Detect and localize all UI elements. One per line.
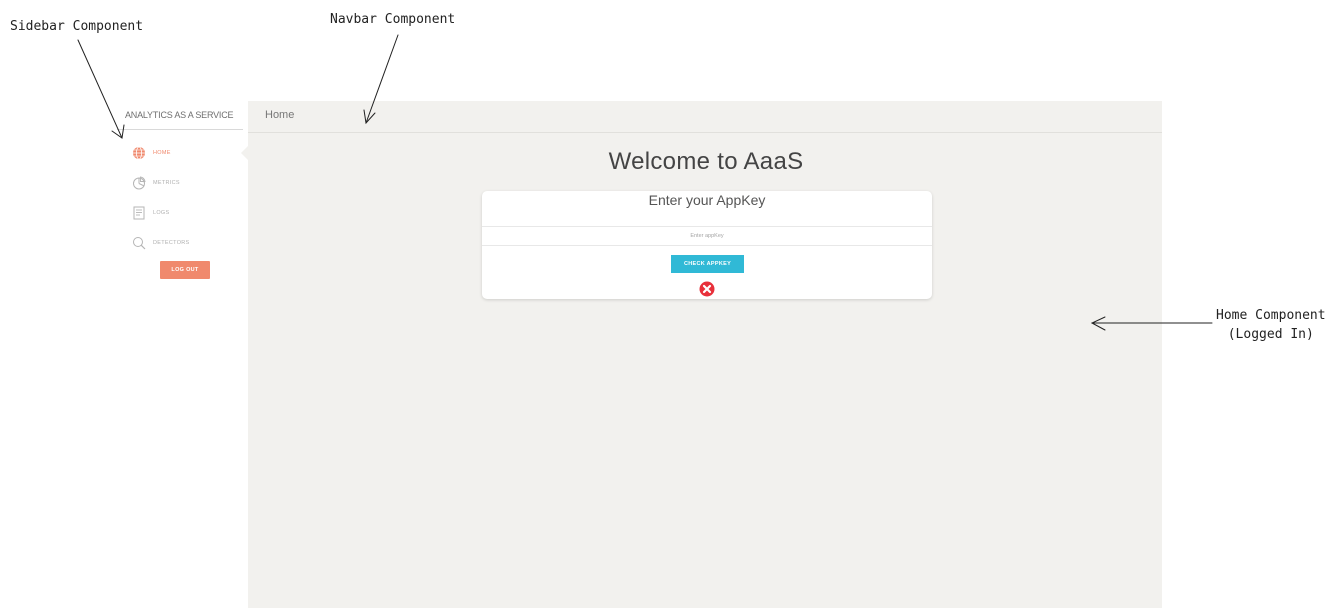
navbar-title: Home: [265, 109, 295, 121]
sidebar-item-home[interactable]: HOME: [132, 144, 171, 162]
home-annotation-line2: (Logged In): [1227, 327, 1314, 342]
brand-divider: [117, 129, 243, 130]
appkey-card: Enter your AppKey CHECK APPKEY: [482, 191, 932, 299]
sidebar-item-detectors[interactable]: DETECTORS: [132, 234, 190, 252]
globe-icon: [132, 146, 146, 160]
pie-chart-icon: [132, 176, 146, 190]
sidebar: ANALYTICS AS A SERVICE HOME METRICS LOGS…: [117, 101, 249, 608]
home-annotation-line1: Home Component: [1216, 308, 1326, 323]
sidebar-item-label: HOME: [153, 150, 171, 156]
document-icon: [132, 206, 146, 220]
card-title: Enter your AppKey: [648, 192, 766, 208]
error-icon: [699, 281, 715, 297]
sidebar-item-logs[interactable]: LOGS: [132, 204, 169, 222]
navbar-annotation: Navbar Component: [330, 12, 456, 27]
home-annotation: Home Component (Logged In): [1216, 306, 1326, 344]
brand-title: ANALYTICS AS A SERVICE: [125, 110, 234, 120]
navbar: Home: [248, 101, 1162, 133]
sidebar-item-metrics[interactable]: METRICS: [132, 174, 180, 192]
page-title: Welcome to AaaS: [608, 148, 804, 175]
check-appkey-button[interactable]: CHECK APPKEY: [671, 255, 744, 273]
sidebar-item-label: DETECTORS: [153, 240, 190, 246]
sidebar-item-label: METRICS: [153, 180, 180, 186]
sidebar-arrow: [77, 39, 123, 139]
sidebar-annotation: Sidebar Component: [10, 19, 144, 34]
main-panel: Home Welcome to AaaS Enter your AppKey C…: [248, 101, 1162, 608]
appkey-input[interactable]: [482, 226, 932, 246]
search-icon: [132, 236, 146, 250]
logout-button[interactable]: LOG OUT: [160, 261, 210, 279]
sidebar-item-label: LOGS: [153, 210, 170, 216]
